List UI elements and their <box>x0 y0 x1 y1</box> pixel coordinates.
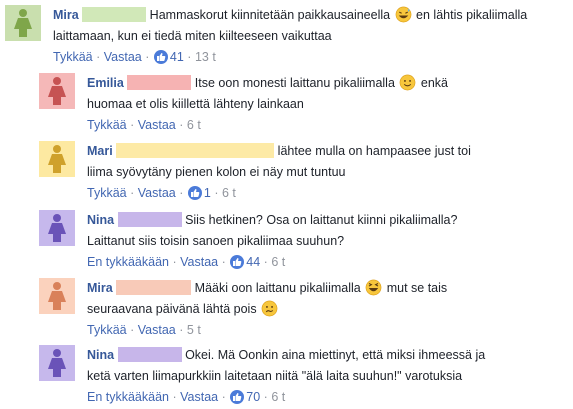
redacted-name <box>117 347 182 362</box>
female-user-icon <box>14 9 32 37</box>
thumbs-up-icon[interactable] <box>230 390 245 404</box>
separator: · <box>179 323 184 337</box>
comment-text: Hammaskorut kiinnitetään paikkausaineell… <box>149 8 391 22</box>
comment-text: laittamaan, kun ei tiedä miten kiilteese… <box>53 29 332 43</box>
comment-text: Okei. Mä Oonkin aina miettinyt, että mik… <box>185 348 486 362</box>
comment-text: mut se tais <box>386 281 448 295</box>
reply-button[interactable]: Vastaa <box>138 186 176 200</box>
separator: · <box>221 255 226 269</box>
reply-button[interactable]: Vastaa <box>180 255 218 269</box>
reply-button[interactable]: Vastaa <box>138 323 176 337</box>
reply-button[interactable]: Vastaa <box>138 118 176 132</box>
separator: · <box>263 255 268 269</box>
reaction-count[interactable]: 41 <box>170 50 184 64</box>
confused-emoji <box>261 300 278 317</box>
separator: · <box>130 323 135 337</box>
comment-text: Laittanut siis toisin sanoen pikaliimaa … <box>87 234 345 248</box>
like-button[interactable]: En tykkääkään <box>87 390 169 404</box>
comment-text: Itse oon monesti laittanu pikaliimalla <box>194 76 395 90</box>
comment-text: ketä varten liimapurkkiin laitetaan niit… <box>87 369 463 383</box>
reaction-count[interactable]: 70 <box>246 390 260 404</box>
comment-text: lähtee mulla on hampaasee just toi <box>277 144 471 158</box>
female-user-icon <box>48 349 66 377</box>
comment-author[interactable]: Mira <box>87 281 113 295</box>
laughing-emoji <box>365 279 382 296</box>
reaction-count[interactable]: 1 <box>204 186 211 200</box>
separator: · <box>172 390 177 404</box>
avatar[interactable] <box>39 141 75 177</box>
female-user-icon <box>48 145 66 173</box>
comment-author[interactable]: Mira <box>53 8 79 22</box>
separator: · <box>96 50 101 64</box>
separator: · <box>214 186 219 200</box>
thumbs-up-icon[interactable] <box>153 50 168 64</box>
separator: · <box>172 255 177 269</box>
like-button[interactable]: Tykkää <box>87 186 127 200</box>
separator: · <box>179 186 184 200</box>
avatar[interactable] <box>39 73 75 109</box>
separator: · <box>187 50 192 64</box>
separator: · <box>221 390 226 404</box>
avatar[interactable] <box>39 210 75 246</box>
timestamp[interactable]: 6 t <box>222 186 236 200</box>
female-user-icon <box>48 77 66 105</box>
thumbs-up-icon[interactable] <box>230 255 245 269</box>
separator: · <box>263 390 268 404</box>
comment-text: seuraavana päivänä lähtä pois <box>87 302 257 316</box>
comment-author[interactable]: Mari <box>87 144 113 158</box>
comment-text: huomaa et olis kiillettä lähteny lainkaa… <box>87 97 304 111</box>
redacted-name <box>117 212 182 227</box>
comment-text: liima syövytäny pienen kolon ei näy mut … <box>87 165 346 179</box>
separator: · <box>179 118 184 132</box>
redacted-name <box>82 7 147 22</box>
timestamp[interactable]: 6 t <box>271 390 285 404</box>
avatar[interactable] <box>39 278 75 314</box>
redacted-name <box>127 75 192 90</box>
grinning-sweat-emoji <box>395 6 411 23</box>
comment-text: en lähtis pikaliimalla <box>416 8 528 22</box>
like-button[interactable]: En tykkääkään <box>87 255 169 269</box>
avatar[interactable] <box>39 345 75 381</box>
female-user-icon <box>48 214 66 242</box>
like-button[interactable]: Tykkää <box>53 50 93 64</box>
comment-author[interactable]: Nina <box>87 213 114 227</box>
timestamp[interactable]: 13 t <box>195 50 216 64</box>
comment-author[interactable]: Nina <box>87 348 114 362</box>
female-user-icon <box>48 282 66 310</box>
reply-button[interactable]: Vastaa <box>180 390 218 404</box>
redacted-name <box>116 280 192 295</box>
thumbs-up-icon[interactable] <box>187 186 202 200</box>
timestamp[interactable]: 6 t <box>271 255 285 269</box>
like-button[interactable]: Tykkää <box>87 323 127 337</box>
reaction-count[interactable]: 44 <box>246 255 260 269</box>
separator: · <box>130 186 135 200</box>
comment-text: enkä <box>420 76 448 90</box>
separator: · <box>130 118 135 132</box>
reply-button[interactable]: Vastaa <box>104 50 142 64</box>
smiling-emoji <box>400 74 416 91</box>
timestamp[interactable]: 6 t <box>187 118 201 132</box>
comment-text: Määki oon laittanu pikaliimalla <box>194 281 361 295</box>
separator: · <box>145 50 150 64</box>
comment-text: Siis hetkinen? Osa on laittanut kiinni p… <box>185 213 458 227</box>
timestamp[interactable]: 5 t <box>187 323 201 337</box>
like-button[interactable]: Tykkää <box>87 118 127 132</box>
avatar[interactable] <box>5 5 41 41</box>
redacted-name <box>116 143 275 158</box>
comment-author[interactable]: Emilia <box>87 76 124 90</box>
